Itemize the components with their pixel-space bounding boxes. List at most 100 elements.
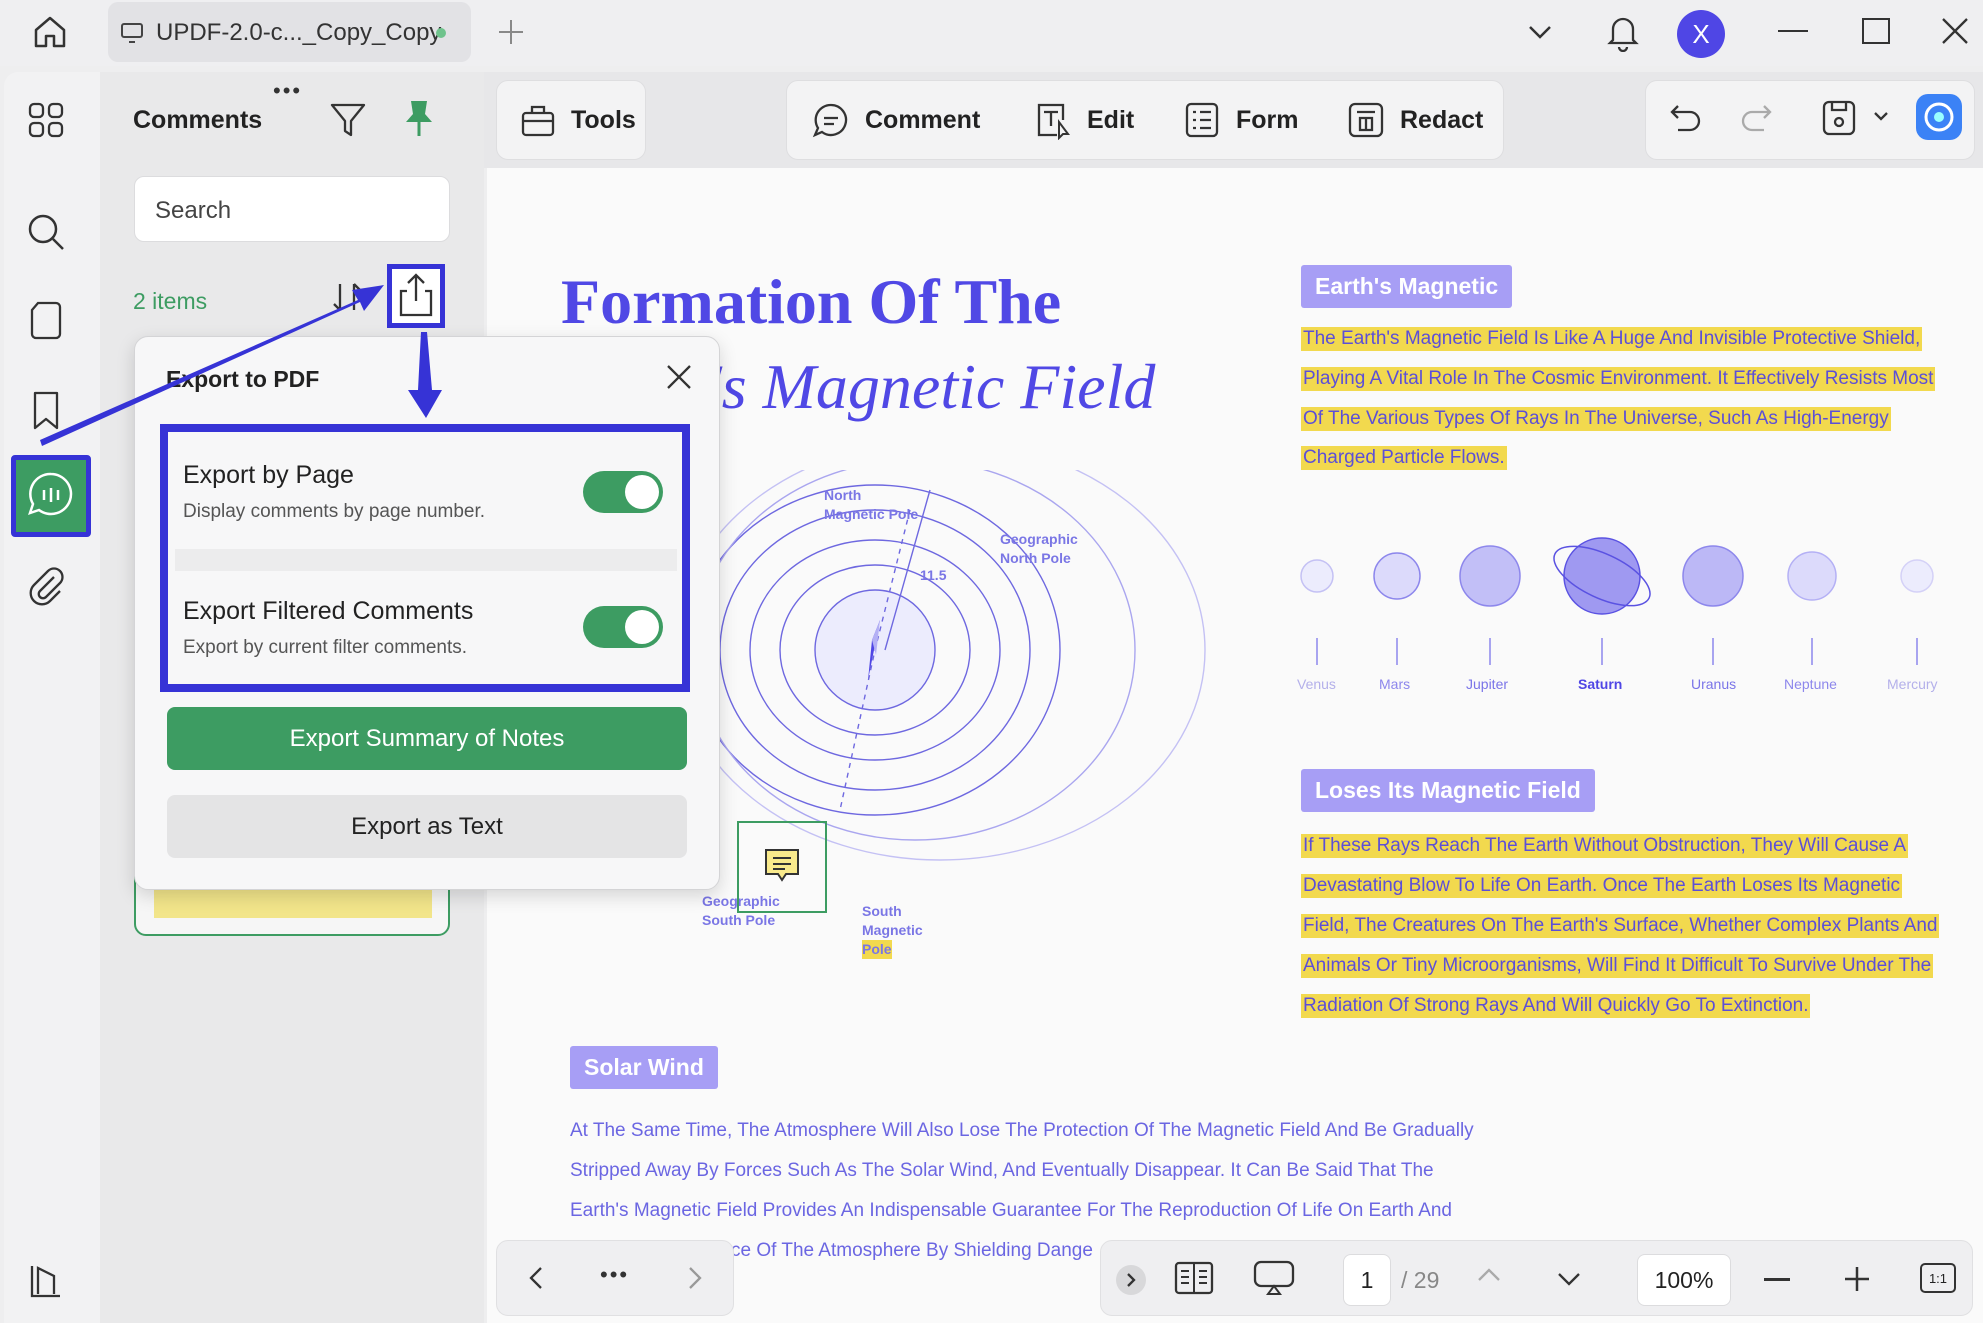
filter-icon[interactable]: [328, 100, 368, 140]
search-icon[interactable]: [24, 210, 68, 254]
redact-icon: [1346, 100, 1400, 140]
option-subtitle: Display comments by page number.: [183, 501, 486, 522]
south-mag-line3: Pole: [862, 940, 892, 959]
new-tab-plus-icon[interactable]: [496, 17, 526, 47]
export-button[interactable]: [387, 264, 445, 328]
items-count: 2 items: [133, 288, 208, 314]
drag-handle-icon[interactable]: •••: [273, 78, 302, 104]
document-heading-line1: Formation Of The: [561, 266, 1062, 337]
bookmark-icon[interactable]: [24, 388, 68, 432]
comments-panel-button[interactable]: [11, 455, 91, 537]
current-page-input[interactable]: 1: [1343, 1254, 1391, 1306]
left-rail: [4, 72, 100, 1323]
dialog-title: Export to PDF: [166, 366, 320, 392]
zoom-out-icon[interactable]: [1764, 1278, 1790, 1281]
edit-label: Edit: [1087, 105, 1135, 134]
north-magnetic-pole-label: North Magnetic Pole: [824, 486, 918, 524]
close-window-icon[interactable]: [1940, 16, 1970, 46]
title-bar: UPDF-2.0-c..._Copy_Copy X: [0, 0, 1983, 66]
chevron-down-icon[interactable]: [1524, 18, 1556, 46]
tools-button[interactable]: Tools: [519, 80, 636, 160]
more-options-icon[interactable]: •••: [600, 1262, 629, 1288]
back-arrow-icon[interactable]: [521, 1262, 551, 1294]
form-icon: [1182, 100, 1236, 140]
minimize-icon[interactable]: [1778, 30, 1808, 32]
geo-north-line1: Geographic: [1000, 531, 1078, 547]
tab-form[interactable]: Form: [1182, 80, 1299, 160]
page-icon[interactable]: [24, 298, 68, 342]
export-summary-button[interactable]: Export Summary of Notes: [167, 707, 687, 770]
section1-line: The Earth's Magnetic Field Is Like A Hug…: [1301, 327, 1923, 351]
tilt-angle-label: 11.5: [920, 567, 947, 583]
tab-redact[interactable]: Redact: [1346, 80, 1483, 160]
section3-line: Earth's Magnetic Field Provides An Indis…: [570, 1200, 1452, 1221]
section2-line: Radiation Of Strong Rays And Will Quickl…: [1301, 994, 1811, 1018]
layers-icon[interactable]: [24, 1258, 68, 1302]
options-divider: [175, 549, 677, 571]
export-as-text-button[interactable]: Export as Text: [167, 795, 687, 858]
geographic-north-pole-label: Geographic North Pole: [1000, 530, 1078, 568]
monitor-icon: [120, 22, 144, 44]
option-title: Export by Page: [183, 461, 354, 489]
forward-arrow-icon[interactable]: [680, 1262, 710, 1294]
south-mag-line2: Magnetic: [862, 922, 923, 938]
planet-label-mars: Mars: [1379, 676, 1411, 692]
save-options-chevron-icon[interactable]: [1872, 110, 1890, 124]
section1-line: Of The Various Types Of Rays In The Univ…: [1301, 407, 1891, 431]
section1-line: Playing A Vital Role In The Cosmic Envir…: [1301, 367, 1936, 391]
section3-line: Stripped Away By Forces Such As The Sola…: [570, 1160, 1434, 1181]
bell-icon[interactable]: [1605, 12, 1641, 52]
undo-icon[interactable]: [1668, 100, 1704, 136]
edit-text-icon: [1033, 100, 1087, 140]
previous-page-icon[interactable]: [1474, 1262, 1504, 1290]
section2-line: Devastating Blow To Life On Earth. Once …: [1301, 874, 1903, 898]
total-pages: / 29: [1401, 1267, 1440, 1293]
south-magnetic-pole-label: South Magnetic Pole: [862, 902, 923, 959]
planets-illustration: [1300, 537, 1934, 665]
document-heading-line2: 's Magnetic Field: [708, 351, 1156, 422]
sort-icon[interactable]: [330, 280, 364, 314]
zoom-level-input[interactable]: 100%: [1637, 1254, 1731, 1306]
document-tab[interactable]: UPDF-2.0-c..._Copy_Copy: [108, 2, 471, 62]
comment-label: Comment: [865, 105, 981, 134]
section2-line: If These Rays Reach The Earth Without Ob…: [1301, 834, 1908, 858]
tab-comment[interactable]: Comment: [811, 80, 980, 160]
save-icon[interactable]: [1819, 98, 1859, 138]
thumbnails-grid-icon[interactable]: [24, 98, 68, 142]
section-earths-magnetic-title: Earth's Magnetic: [1301, 265, 1513, 308]
expand-panel-icon[interactable]: [1116, 1265, 1146, 1295]
next-page-icon[interactable]: [1554, 1266, 1584, 1294]
sticky-note-annotation[interactable]: [737, 821, 827, 913]
north-magnetic-line1: North: [824, 487, 862, 503]
attachment-icon[interactable]: [24, 563, 68, 607]
section2-line: Animals Or Tiny Microorganisms, Will Fin…: [1301, 954, 1934, 978]
home-icon[interactable]: [30, 12, 70, 52]
pin-icon[interactable]: [401, 98, 437, 138]
planet-label-neptune: Neptune: [1784, 676, 1837, 692]
comment-icon: [811, 100, 865, 140]
redo-icon[interactable]: [1738, 100, 1774, 136]
section3-line: At The Same Time, The Atmosphere Will Al…: [570, 1120, 1474, 1141]
note-icon: [763, 847, 801, 885]
search-input[interactable]: Search: [134, 176, 450, 242]
reading-mode-icon[interactable]: [1173, 1258, 1215, 1298]
close-dialog-icon[interactable]: [664, 362, 694, 392]
geo-south-line2: South Pole: [702, 912, 776, 928]
zoom-in-icon[interactable]: [1843, 1265, 1871, 1293]
export-filtered-toggle[interactable]: [583, 606, 663, 648]
form-label: Form: [1236, 105, 1299, 134]
tools-label: Tools: [571, 105, 636, 134]
comments-title: Comments: [133, 106, 263, 134]
export-by-page-toggle[interactable]: [583, 471, 663, 513]
presentation-icon[interactable]: [1252, 1258, 1296, 1298]
user-avatar[interactable]: X: [1677, 10, 1725, 58]
ai-assistant-icon[interactable]: [1916, 94, 1962, 140]
option-subtitle: Export by current filter comments.: [183, 637, 468, 658]
north-magnetic-line2: Magnetic Pole: [824, 506, 919, 522]
redact-label: Redact: [1400, 105, 1484, 134]
planet-label-jupiter: Jupiter: [1466, 676, 1509, 692]
tab-edit[interactable]: Edit: [1033, 80, 1134, 160]
actual-size-button[interactable]: 1:1: [1920, 1263, 1956, 1293]
section2-line: Field, The Creatures On The Earth's Surf…: [1301, 914, 1940, 938]
maximize-icon[interactable]: [1862, 18, 1890, 44]
